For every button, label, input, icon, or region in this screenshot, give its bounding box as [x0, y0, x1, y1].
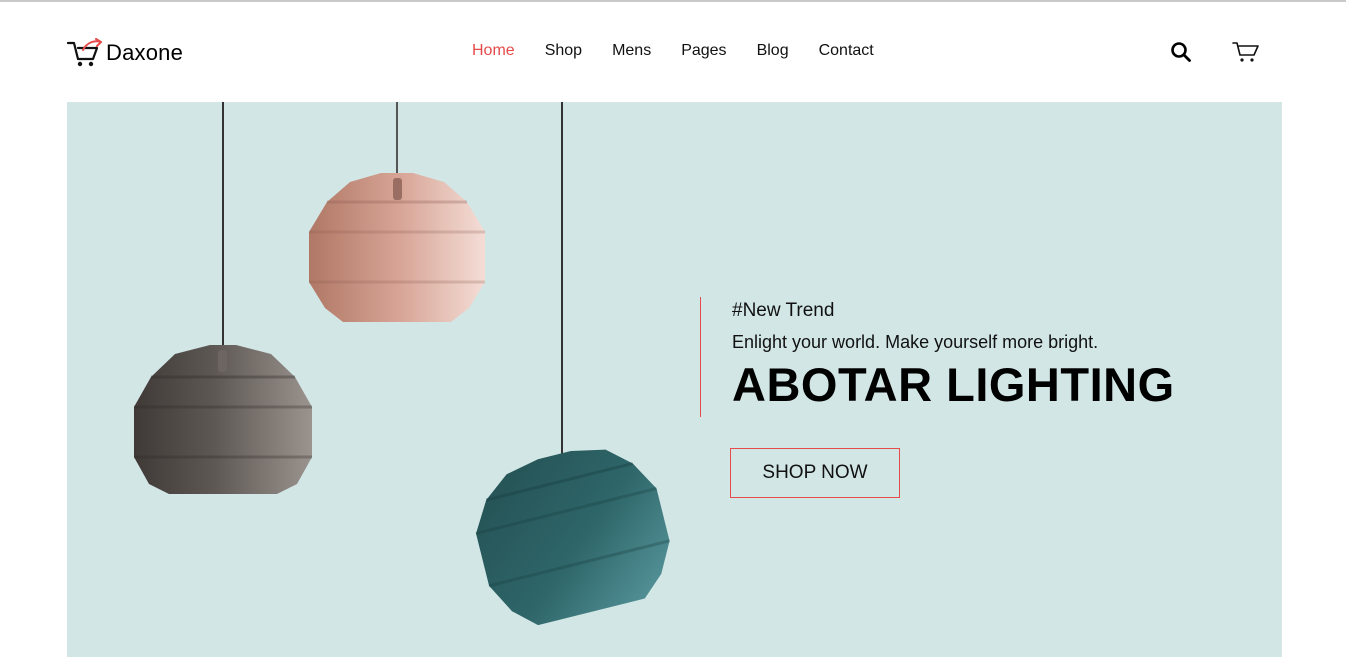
nav-item-shop[interactable]: Shop [545, 42, 582, 60]
hero-tag: #New Trend [732, 300, 835, 321]
hero-banner: #New Trend Enlight your world. Make your… [67, 102, 1282, 657]
site-header: Daxone Home Shop Mens Pages Blog Contact [0, 2, 1346, 102]
hero-subtitle: Enlight your world. Make yourself more b… [732, 332, 1099, 352]
nav-item-contact[interactable]: Contact [819, 42, 874, 60]
nav-item-home[interactable]: Home [472, 42, 515, 60]
search-icon[interactable] [1170, 41, 1192, 63]
nav-item-mens[interactable]: Mens [612, 42, 651, 60]
dark-lamp [134, 345, 312, 494]
teal-lamp [475, 449, 670, 626]
pink-lamp [309, 173, 485, 322]
brand-name: Daxone [106, 40, 184, 65]
cart-icon[interactable] [1232, 40, 1260, 64]
nav-item-blog[interactable]: Blog [757, 42, 789, 60]
header-actions [1170, 40, 1260, 64]
brand-logo[interactable]: Daxone [66, 38, 183, 68]
shop-now-button[interactable]: SHOP NOW [730, 448, 900, 498]
hero-title: ABOTAR LIGHTING [732, 358, 1175, 411]
main-nav: Home Shop Mens Pages Blog Contact [472, 42, 874, 60]
nav-item-pages[interactable]: Pages [681, 42, 726, 60]
cart-logo-icon [66, 38, 104, 68]
hero-copy: #New Trend Enlight your world. Make your… [700, 297, 1175, 417]
